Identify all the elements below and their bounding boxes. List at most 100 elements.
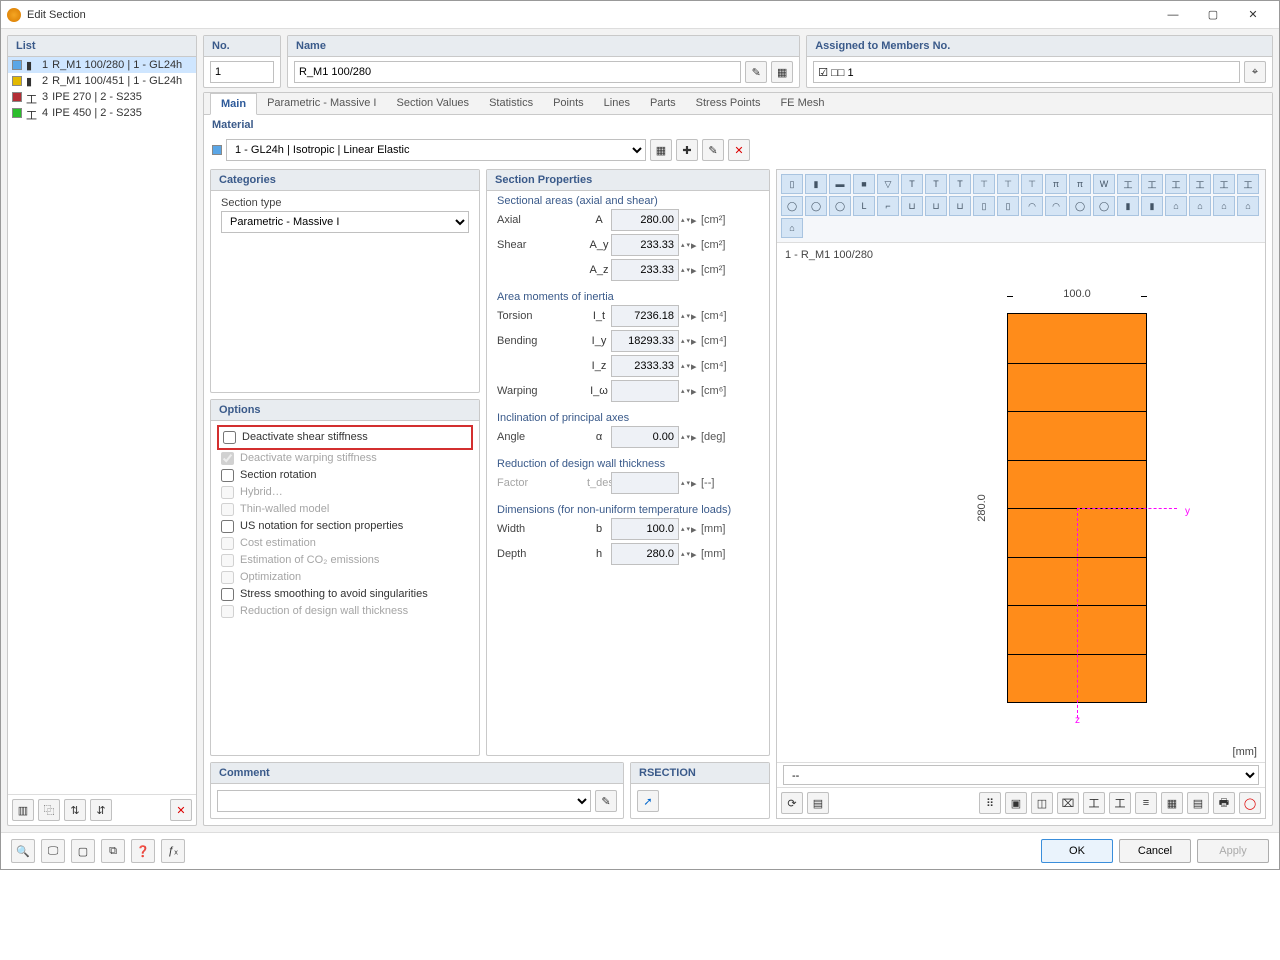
prop-input[interactable] [611, 305, 679, 327]
prop-input[interactable] [611, 209, 679, 231]
preview-tool-a[interactable]: ⠿ [979, 792, 1001, 814]
tab-section-values[interactable]: Section Values [386, 93, 479, 114]
comment-edit-button[interactable]: ✎ [595, 790, 617, 812]
preview-tool-e[interactable]: 工 [1083, 792, 1105, 814]
preview-tool-d[interactable]: ⌧ [1057, 792, 1079, 814]
shape-button-39[interactable]: ⌂ [1237, 196, 1259, 216]
shape-button-36[interactable]: ⌂ [1165, 196, 1187, 216]
no-input[interactable] [210, 61, 274, 83]
shape-button-16[interactable]: 工 [1165, 174, 1187, 194]
preview-tool-2[interactable]: ▤ [807, 792, 829, 814]
prop-input[interactable] [611, 518, 679, 540]
preview-tool-g[interactable]: ≡ [1135, 792, 1157, 814]
shape-button-18[interactable]: 工 [1213, 174, 1235, 194]
footer-tool-1[interactable]: 🔍 [11, 839, 35, 863]
checkbox-smooth[interactable] [221, 588, 234, 601]
list-delete-button[interactable]: ✕ [170, 799, 192, 821]
tab-points[interactable]: Points [543, 93, 594, 114]
shape-button-40[interactable]: ⌂ [781, 218, 803, 238]
list-item-3[interactable]: 工3IPE 270 | 2 - S235 [8, 89, 196, 105]
shape-button-1[interactable]: ▮ [805, 174, 827, 194]
rsection-button[interactable]: ➚ [637, 790, 659, 812]
ok-button[interactable]: OK [1041, 839, 1113, 863]
shape-button-30[interactable]: ◠ [1021, 196, 1043, 216]
shape-button-29[interactable]: ▯ [997, 196, 1019, 216]
prop-input[interactable] [611, 355, 679, 377]
close-button[interactable]: ✕ [1233, 1, 1273, 29]
maximize-button[interactable]: ▢ [1193, 1, 1233, 29]
list-sort-b-button[interactable]: ⇵ [90, 799, 112, 821]
footer-tool-2[interactable]: 🖵 [41, 839, 65, 863]
shape-button-28[interactable]: ▯ [973, 196, 995, 216]
material-edit-button[interactable]: ✎ [702, 139, 724, 161]
shape-button-23[interactable]: L [853, 196, 875, 216]
shape-button-19[interactable]: 工 [1237, 174, 1259, 194]
shape-button-32[interactable]: ◯ [1069, 196, 1091, 216]
shape-button-26[interactable]: ⊔ [925, 196, 947, 216]
preview-tool-1[interactable]: ⟳ [781, 792, 803, 814]
shape-button-15[interactable]: 工 [1141, 174, 1163, 194]
prop-input[interactable] [611, 234, 679, 256]
preview-view-select[interactable]: -- [783, 765, 1259, 785]
shape-button-20[interactable]: ◯ [781, 196, 803, 216]
shape-button-4[interactable]: ▽ [877, 174, 899, 194]
preview-tool-c[interactable]: ◫ [1031, 792, 1053, 814]
preview-tool-i[interactable]: ▤ [1187, 792, 1209, 814]
comment-select[interactable] [217, 790, 591, 812]
preview-tool-print[interactable]: 🖶 [1213, 792, 1235, 814]
section-list[interactable]: ▮1R_M1 100/280 | 1 - GL24h▮2R_M1 100/451… [8, 57, 196, 794]
shape-button-38[interactable]: ⌂ [1213, 196, 1235, 216]
shape-button-8[interactable]: ⊤ [973, 174, 995, 194]
prop-input[interactable] [611, 543, 679, 565]
shape-button-27[interactable]: ⊔ [949, 196, 971, 216]
shape-button-31[interactable]: ◠ [1045, 196, 1067, 216]
shape-button-24[interactable]: ⌐ [877, 196, 899, 216]
material-library-button[interactable]: ▦ [650, 139, 672, 161]
shape-button-7[interactable]: T [949, 174, 971, 194]
list-item-4[interactable]: 工4IPE 450 | 2 - S235 [8, 105, 196, 121]
prop-input[interactable] [611, 426, 679, 448]
shape-button-33[interactable]: ◯ [1093, 196, 1115, 216]
checkbox-deact-shear[interactable] [223, 431, 236, 444]
shape-button-21[interactable]: ◯ [805, 196, 827, 216]
list-item-2[interactable]: ▮2R_M1 100/451 | 1 - GL24h [8, 73, 196, 89]
shape-button-6[interactable]: T [925, 174, 947, 194]
checkbox-us-not[interactable] [221, 520, 234, 533]
tab-parametric-massive-i[interactable]: Parametric - Massive I [257, 93, 386, 114]
shape-button-5[interactable]: T [901, 174, 923, 194]
shape-button-12[interactable]: π [1069, 174, 1091, 194]
section-type-select[interactable]: Parametric - Massive I [221, 211, 469, 233]
list-sort-a-button[interactable]: ⇅ [64, 799, 86, 821]
minimize-button[interactable]: — [1153, 1, 1193, 29]
preview-tool-h[interactable]: ▦ [1161, 792, 1183, 814]
shape-button-37[interactable]: ⌂ [1189, 196, 1211, 216]
assigned-pick-button[interactable]: ⌖ [1244, 61, 1266, 83]
material-select[interactable]: 1 - GL24h | Isotropic | Linear Elastic [226, 139, 646, 161]
shape-button-11[interactable]: π [1045, 174, 1067, 194]
name-pick-button[interactable]: ▦ [771, 61, 793, 83]
list-item-1[interactable]: ▮1R_M1 100/280 | 1 - GL24h [8, 57, 196, 73]
shape-button-17[interactable]: 工 [1189, 174, 1211, 194]
shape-button-25[interactable]: ⊔ [901, 196, 923, 216]
material-delete-button[interactable]: ✕ [728, 139, 750, 161]
shape-button-2[interactable]: ▬ [829, 174, 851, 194]
preview-tool-refresh[interactable]: ◯ [1239, 792, 1261, 814]
shape-button-3[interactable]: ■ [853, 174, 875, 194]
name-input[interactable] [294, 61, 741, 83]
checkbox-sec-rot[interactable] [221, 469, 234, 482]
tab-main[interactable]: Main [210, 93, 257, 115]
preview-tool-f[interactable]: 工 [1109, 792, 1131, 814]
list-copy-button[interactable]: ⿻ [38, 799, 60, 821]
name-edit-button[interactable]: ✎ [745, 61, 767, 83]
shape-button-22[interactable]: ◯ [829, 196, 851, 216]
shape-button-0[interactable]: ▯ [781, 174, 803, 194]
preview-tool-b[interactable]: ▣ [1005, 792, 1027, 814]
shape-button-9[interactable]: ⊤ [997, 174, 1019, 194]
cancel-button[interactable]: Cancel [1119, 839, 1191, 863]
shape-button-14[interactable]: 工 [1117, 174, 1139, 194]
prop-input[interactable] [611, 330, 679, 352]
material-new-button[interactable]: ✚ [676, 139, 698, 161]
shape-button-10[interactable]: ⊤ [1021, 174, 1043, 194]
footer-tool-6[interactable]: ƒₓ [161, 839, 185, 863]
tab-lines[interactable]: Lines [594, 93, 640, 114]
